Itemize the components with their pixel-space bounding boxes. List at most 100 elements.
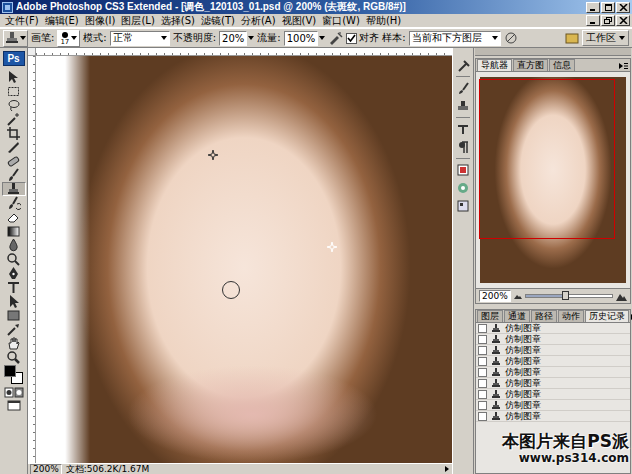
menu-item[interactable]: 窗口(W) <box>319 14 363 27</box>
history-row[interactable]: 仿制图章 <box>476 345 630 356</box>
tool-button[interactable] <box>2 70 26 84</box>
tool-button[interactable] <box>2 98 26 112</box>
clone-source-dock-icon[interactable] <box>456 99 470 113</box>
panel-menu-icon[interactable] <box>630 312 632 322</box>
tool-button[interactable] <box>2 126 26 140</box>
history-source-box[interactable] <box>478 390 487 399</box>
horizontal-ruler[interactable] <box>36 48 452 56</box>
styles-dock-icon[interactable] <box>456 199 470 213</box>
vertical-ruler[interactable] <box>28 56 36 463</box>
panel-tab[interactable]: 信息 <box>549 59 575 71</box>
history-source-box[interactable] <box>478 346 487 355</box>
history-source-box[interactable] <box>478 379 487 388</box>
airbrush-icon[interactable] <box>328 31 343 46</box>
aligned-checkbox[interactable] <box>346 33 357 44</box>
opacity-field[interactable]: 20% <box>219 31 247 46</box>
history-source-box[interactable] <box>478 401 487 410</box>
history-row[interactable]: 仿制图章 <box>476 378 630 389</box>
tools-dock-icon[interactable] <box>456 58 470 72</box>
file-browser-icon[interactable] <box>565 31 579 45</box>
tool-button[interactable] <box>2 238 26 252</box>
panel-group-bar[interactable] <box>475 48 631 56</box>
character-dock-icon[interactable] <box>456 122 470 136</box>
tool-preset-picker[interactable] <box>3 30 28 47</box>
history-source-box[interactable] <box>478 412 487 421</box>
minimize-button[interactable] <box>586 2 600 13</box>
paragraph-dock-icon[interactable] <box>456 140 470 154</box>
history-row[interactable]: 仿制图章 <box>476 411 630 422</box>
menu-item[interactable]: 文件(F) <box>2 14 42 27</box>
panel-tab[interactable]: 历史记录 <box>585 310 629 322</box>
tool-button[interactable] <box>2 112 26 126</box>
tool-button[interactable] <box>2 266 26 280</box>
tool-button[interactable] <box>2 322 26 336</box>
screen-mode-icon[interactable] <box>6 399 22 412</box>
menu-item[interactable]: 帮助(H) <box>363 14 404 27</box>
doc-close-button[interactable] <box>616 15 630 26</box>
tool-button[interactable] <box>2 140 26 154</box>
panel-tab[interactable]: 导航器 <box>477 59 512 71</box>
history-row[interactable]: 仿制图章 <box>476 367 630 378</box>
brush-picker[interactable]: 17 <box>57 30 80 47</box>
history-source-box[interactable] <box>478 368 487 377</box>
sample-dropdown[interactable]: 当前和下方图层 <box>409 31 501 46</box>
menu-item[interactable]: 分析(A) <box>238 14 279 27</box>
history-source-box[interactable] <box>478 324 487 333</box>
history-row[interactable]: 仿制图章 <box>476 323 630 334</box>
panel-tab[interactable]: 直方图 <box>513 59 548 71</box>
menu-item[interactable]: 选择(S) <box>158 14 198 27</box>
menu-item[interactable]: 图层(L) <box>118 14 157 27</box>
tool-button[interactable] <box>2 182 26 196</box>
maximize-button[interactable] <box>601 2 615 13</box>
tool-button[interactable] <box>2 252 26 266</box>
canvas-photo[interactable] <box>36 56 452 463</box>
history-row[interactable]: 仿制图章 <box>476 356 630 367</box>
quick-mask-icon[interactable] <box>4 386 24 399</box>
panel-tab[interactable]: 路径 <box>531 310 557 322</box>
photoshop-logo[interactable]: Ps <box>3 51 25 66</box>
panel-tab[interactable]: 动作 <box>558 310 584 322</box>
navigator-zoom-field[interactable]: 200% <box>479 290 511 302</box>
tool-button[interactable] <box>2 224 26 238</box>
swatches-dock-icon[interactable] <box>456 181 470 195</box>
menu-item[interactable]: 滤镜(T) <box>198 14 238 27</box>
doc-minimize-button[interactable] <box>586 15 600 26</box>
tool-button[interactable] <box>2 308 26 322</box>
history-row[interactable]: 仿制图章 <box>476 334 630 345</box>
menu-item[interactable]: 视图(V) <box>279 14 320 27</box>
history-row[interactable]: 仿制图章 <box>476 389 630 400</box>
ruler-origin[interactable] <box>28 48 36 56</box>
history-source-box[interactable] <box>478 357 487 366</box>
navigator-thumbnail[interactable] <box>480 77 626 283</box>
panel-menu-icon[interactable] <box>618 61 629 71</box>
status-menu-arrow-icon[interactable] <box>444 465 450 473</box>
tool-button[interactable] <box>2 294 26 308</box>
flow-field[interactable]: 100% <box>284 31 319 46</box>
workspace-button[interactable]: 工作区 <box>582 30 629 46</box>
view-box[interactable] <box>479 79 615 239</box>
zoom-field[interactable]: 200% <box>30 464 62 474</box>
zoom-slider-thumb[interactable] <box>562 291 569 300</box>
tool-button[interactable] <box>2 84 26 98</box>
color-swatches-icon[interactable] <box>3 364 25 386</box>
mode-dropdown[interactable]: 正常 <box>110 31 170 46</box>
zoom-slider[interactable] <box>525 294 613 298</box>
tool-button[interactable] <box>2 168 26 182</box>
tool-button[interactable] <box>2 196 26 210</box>
zoom-in-mountain-icon[interactable] <box>616 291 627 302</box>
aligned-option[interactable]: 对齐 <box>346 31 379 45</box>
tool-button[interactable] <box>2 210 26 224</box>
panel-tab[interactable]: 图层 <box>477 310 503 322</box>
brushes-dock-icon[interactable] <box>456 81 470 95</box>
tool-button[interactable] <box>2 336 26 350</box>
tool-button[interactable] <box>2 280 26 294</box>
ignore-adjustment-icon[interactable] <box>504 31 518 45</box>
tool-button[interactable] <box>2 154 26 168</box>
history-source-box[interactable] <box>478 335 487 344</box>
history-row[interactable]: 仿制图章 <box>476 400 630 411</box>
panel-tab[interactable]: 通道 <box>504 310 530 322</box>
menu-item[interactable]: 编辑(E) <box>42 14 82 27</box>
menu-item[interactable]: 图像(I) <box>82 14 119 27</box>
tool-button[interactable] <box>2 350 26 364</box>
layer-comps-dock-icon[interactable] <box>456 163 470 177</box>
